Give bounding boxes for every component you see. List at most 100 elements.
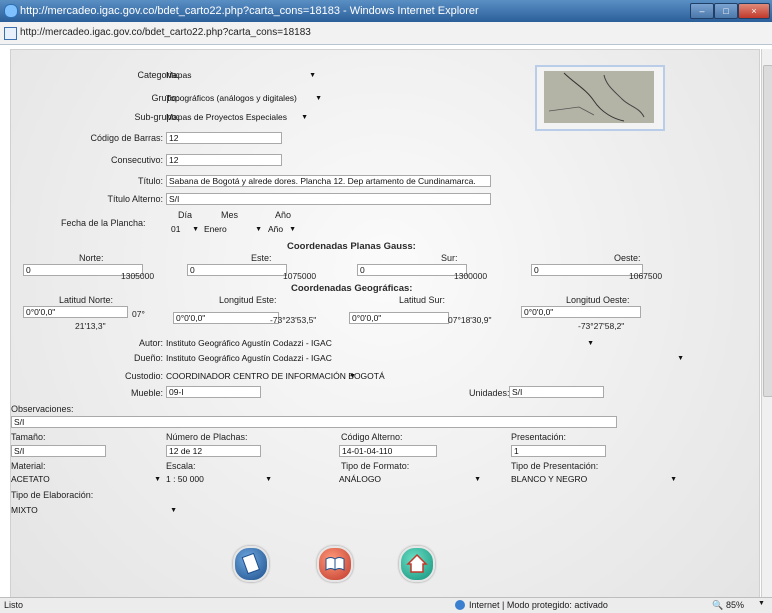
subgrupo-select[interactable]: Mapas de Proyectos Especiales ▼ <box>166 111 310 124</box>
security-zone[interactable]: Internet | Modo protegido: activado <box>469 600 608 610</box>
lat-norte-deg: 07° <box>132 309 145 319</box>
ie-logo-icon <box>4 4 18 18</box>
escala-label: Escala: <box>166 461 196 471</box>
presentacion-label: Presentación: <box>511 432 567 442</box>
tipo-formato-select[interactable]: ANÁLOGO ▼ <box>339 473 483 486</box>
mueble-label: Mueble: <box>130 388 163 398</box>
num-planchas-field[interactable]: 12 de 12 <box>166 445 261 457</box>
material-value: ACETATO <box>11 474 50 484</box>
anio-label: Año <box>275 210 292 220</box>
chevron-down-icon: ▼ <box>587 340 594 347</box>
anio-select[interactable]: Año ▼ <box>268 223 298 236</box>
observaciones-field[interactable]: S/I <box>11 416 617 428</box>
codigo-alterno-label: Código Alterno: <box>341 432 403 442</box>
scroll-thumb[interactable] <box>763 65 772 397</box>
mes-label: Mes <box>221 210 239 220</box>
lon-este-field[interactable]: 0°0'0,0" <box>173 312 279 324</box>
codigo-barras-label: Código de Barras: <box>90 133 163 143</box>
lat-norte-label: Latitud Norte: <box>59 295 114 305</box>
tipo-elaboracion-value: MIXTO <box>11 505 38 515</box>
home-icon <box>406 553 428 573</box>
dueno-label: Dueño: <box>133 353 163 363</box>
chevron-down-icon[interactable]: ▼ <box>758 600 765 607</box>
address-url[interactable]: http://mercadeo.igac.gov.co/bdet_carto22… <box>20 27 311 38</box>
consecutivo-field[interactable]: 12 <box>166 154 282 166</box>
dia-label: Día <box>178 210 193 220</box>
presentacion-field[interactable]: 1 <box>511 445 606 457</box>
geo-header: Coordenadas Geográficas: <box>291 283 413 294</box>
num-planchas-label: Número de Plachas: <box>166 432 248 442</box>
categoria-value: Mapas <box>166 70 192 80</box>
mes-select[interactable]: Enero ▼ <box>204 223 264 236</box>
tipo-elaboracion-select[interactable]: MIXTO ▼ <box>11 504 179 517</box>
window-titlebar: http://mercadeo.igac.gov.co/bdet_carto22… <box>0 0 772 22</box>
zoom-level[interactable]: 85% <box>726 600 744 610</box>
autor-label: Autor: <box>138 338 163 348</box>
lon-oeste-label: Longitud Oeste: <box>566 295 630 305</box>
page-content: Categoria: Mapas ▼ Grupo: Topográficos (a… <box>10 49 760 599</box>
tipo-formato-value: ANÁLOGO <box>339 474 382 484</box>
tipo-formato-label: Tipo de Formato: <box>341 461 410 471</box>
codigo-alterno-field[interactable]: 14-01-04-110 <box>339 445 437 457</box>
este-label: Este: <box>251 253 272 263</box>
lon-oeste-field[interactable]: 0°0'0,0" <box>521 306 641 318</box>
chevron-down-icon: ▼ <box>289 226 296 233</box>
lat-norte-field[interactable]: 0°0'0,0" <box>23 306 128 318</box>
dueno-select[interactable]: Instituto Geográfico Agustín Codazzi - I… <box>166 352 686 365</box>
fecha-label: Fecha de la Plancha: <box>61 218 146 228</box>
custodio-label: Custodio: <box>124 371 163 381</box>
escala-value: 1 : 50 000 <box>166 474 204 484</box>
lat-sur-field[interactable]: 0°0'0,0" <box>349 312 449 324</box>
tipo-elaboracion-label: Tipo de Elaboración: <box>11 490 94 500</box>
titulo-label: Título: <box>137 176 163 186</box>
sur-field[interactable]: 0 <box>357 264 467 276</box>
material-select[interactable]: ACETATO ▼ <box>11 473 163 486</box>
titulo-alterno-label: Título Alterno: <box>107 194 163 204</box>
chevron-down-icon: ▼ <box>192 226 199 233</box>
maximize-button[interactable]: □ <box>714 3 738 19</box>
close-button[interactable]: × <box>738 3 770 19</box>
oeste-field[interactable]: 0 <box>531 264 643 276</box>
autor-select[interactable]: Instituto Geográfico Agustín Codazzi - I… <box>166 337 596 350</box>
document-nav-button[interactable] <box>233 546 269 582</box>
codigo-barras-field[interactable]: 12 <box>166 132 282 144</box>
chevron-down-icon: ▼ <box>309 72 316 79</box>
home-nav-button[interactable] <box>399 546 435 582</box>
map-image <box>544 71 654 123</box>
sur-label: Sur: <box>441 253 458 263</box>
oeste-label: Oeste: <box>614 253 641 263</box>
vertical-scrollbar[interactable] <box>761 49 772 597</box>
titulo-field[interactable]: Sabana de Bogotá y alrede dores. Plancha… <box>166 175 491 187</box>
grupo-select[interactable]: Topográficos (análogos y digitales) ▼ <box>166 92 324 105</box>
chevron-down-icon: ▼ <box>265 476 272 483</box>
tipo-presentacion-value: BLANCO Y NEGRO <box>511 474 588 484</box>
book-icon <box>325 557 345 571</box>
lat-sur-label: Latitud Sur: <box>399 295 446 305</box>
subgrupo-label: Sub-grupo: <box>134 112 179 122</box>
este-field[interactable]: 0 <box>187 264 287 276</box>
titulo-alterno-field[interactable]: S/I <box>166 193 491 205</box>
minimize-button[interactable]: – <box>690 3 714 19</box>
window-title: http://mercadeo.igac.gov.co/bdet_carto22… <box>20 5 479 17</box>
book-nav-button[interactable] <box>317 546 353 582</box>
dia-select[interactable]: 01 ▼ <box>171 223 201 236</box>
lon-este-label: Longitud Este: <box>219 295 277 305</box>
lat-sur-value: 07°18'30,9" <box>448 315 492 325</box>
address-bar: http://mercadeo.igac.gov.co/bdet_carto22… <box>0 22 772 45</box>
status-text: Listo <box>4 600 24 610</box>
subgrupo-value: Mapas de Proyectos Especiales <box>166 112 287 122</box>
mueble-field[interactable]: 09-I <box>166 386 261 398</box>
map-thumbnail[interactable] <box>535 65 665 131</box>
escala-select[interactable]: 1 : 50 000 ▼ <box>166 473 274 486</box>
categoria-label: Categoria: <box>137 70 179 80</box>
custodio-select[interactable]: COORDINADOR CENTRO DE INFORMACIÓN BOGOTÁ… <box>166 370 385 383</box>
unidades-field[interactable]: S/I <box>509 386 604 398</box>
mes-value: Enero <box>204 224 227 234</box>
chevron-down-icon: ▼ <box>170 507 177 514</box>
dueno-value: Instituto Geográfico Agustín Codazzi - I… <box>166 353 332 363</box>
tipo-presentacion-select[interactable]: BLANCO Y NEGRO ▼ <box>511 473 679 486</box>
chevron-down-icon: ▼ <box>301 114 308 121</box>
categoria-select[interactable]: Mapas ▼ <box>166 69 318 82</box>
tamano-field[interactable]: S/I <box>11 445 106 457</box>
chevron-down-icon: ▼ <box>154 476 161 483</box>
